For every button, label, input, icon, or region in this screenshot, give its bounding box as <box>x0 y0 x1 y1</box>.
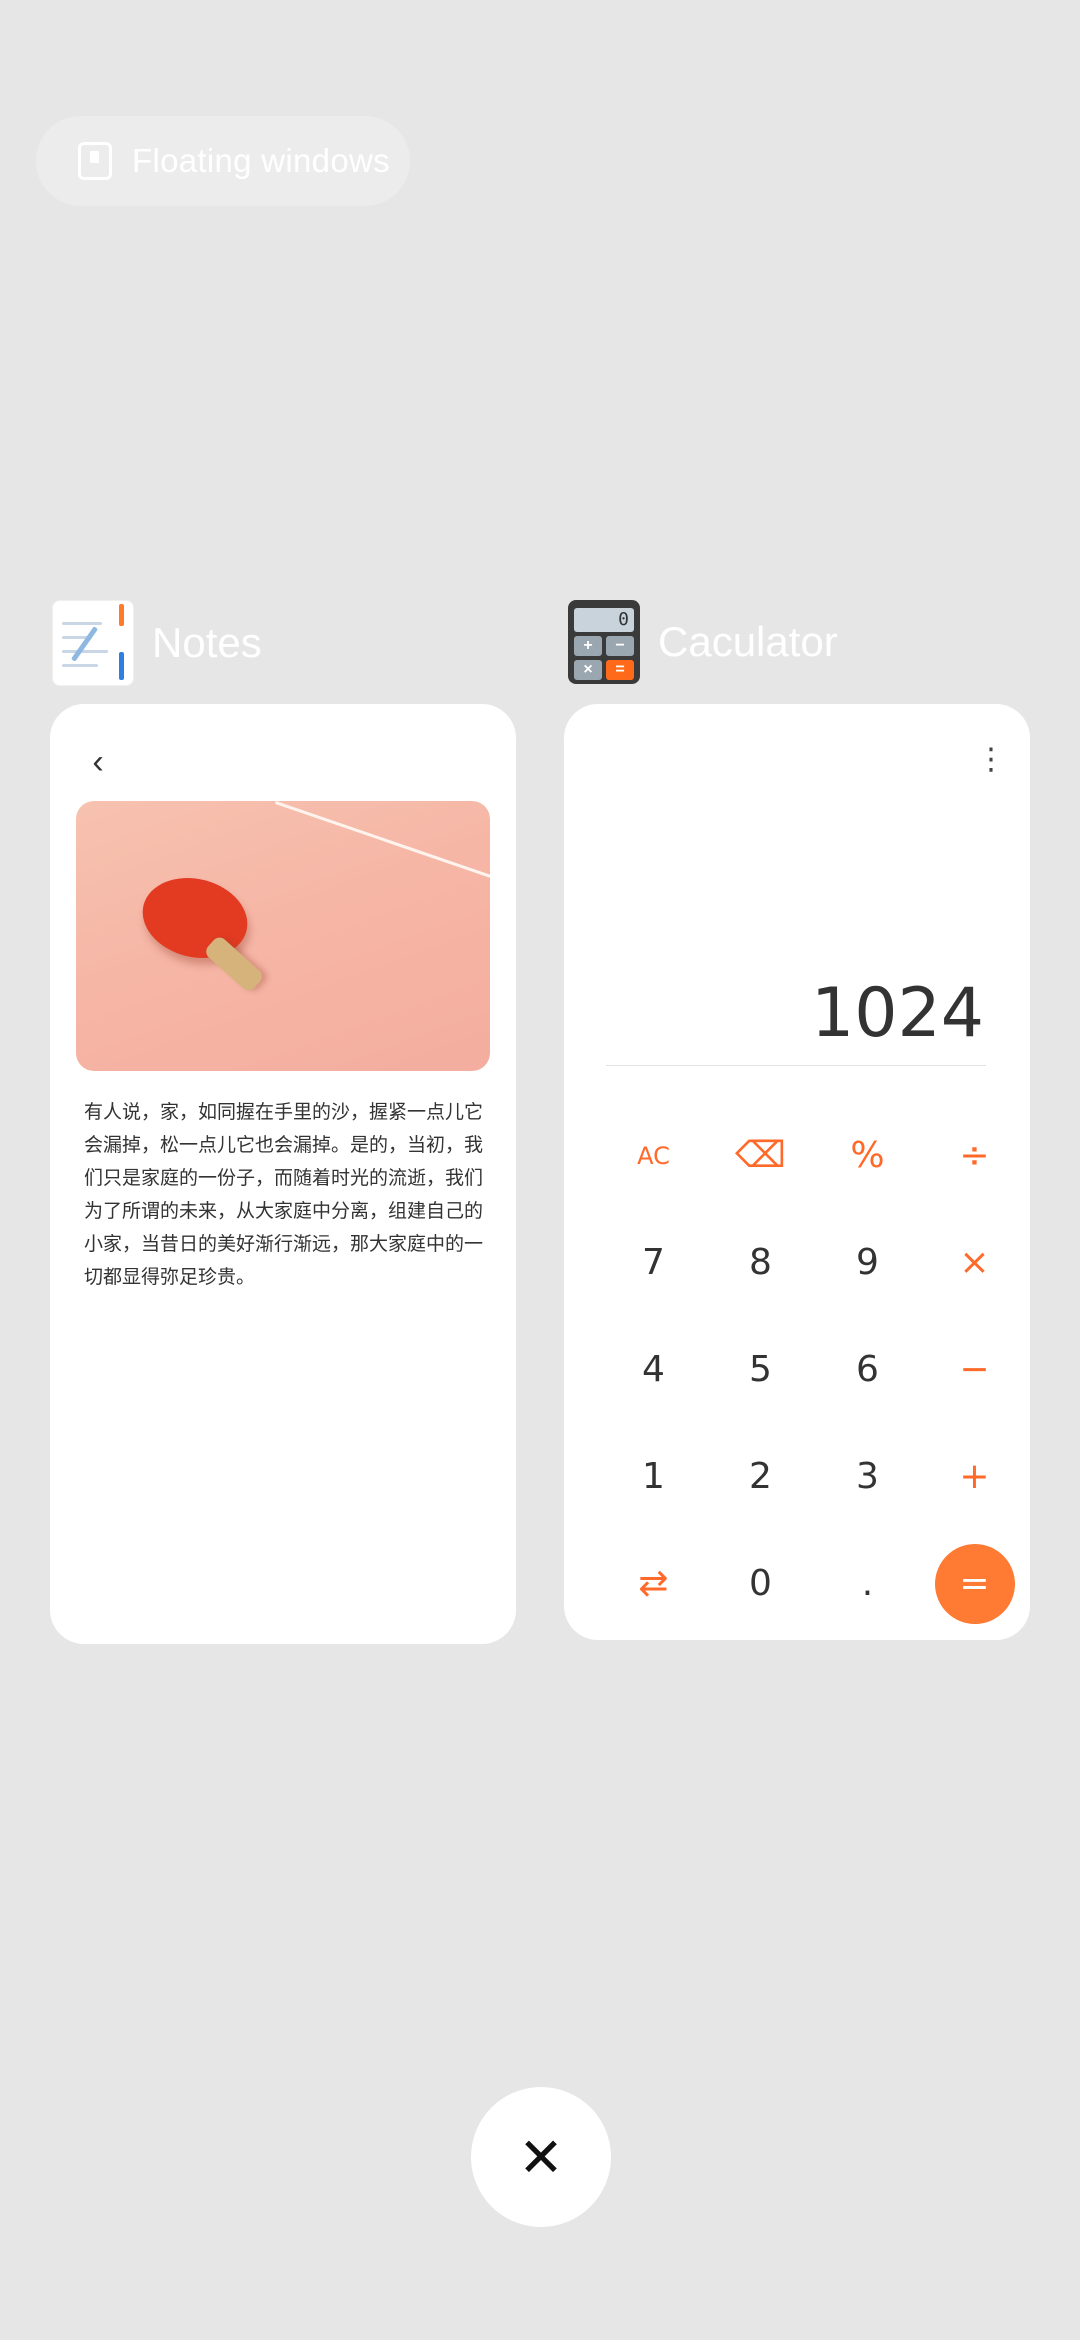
equals-icon: = <box>934 1543 1015 1624</box>
more-options-icon[interactable]: ⋮ <box>976 740 1006 780</box>
key-4[interactable]: 4 <box>600 1316 707 1423</box>
key-divide[interactable]: ÷ <box>921 1102 1028 1209</box>
floating-windows-button[interactable]: Floating windows <box>36 116 410 206</box>
floating-windows-label: Floating windows <box>132 142 390 179</box>
calculator-keypad: AC ⌫% ÷ 7 8 9 × 4 5 6− 1 2 3 + ⇄ 0. = <box>600 1102 1028 1637</box>
note-image-ping-pong-paddle <box>76 801 490 1071</box>
back-chevron-icon[interactable]: ‹ <box>78 742 118 782</box>
note-body-text: 有人说，家，如同握在手里的沙，握紧一点儿它会漏掉，松一点儿它也会漏掉。是的，当初… <box>84 1101 484 1288</box>
key-percent[interactable]: % <box>814 1102 921 1209</box>
calculator-icon-key: = <box>606 660 634 680</box>
key-8[interactable]: 8 <box>707 1209 814 1316</box>
key-switch-mode[interactable]: ⇄ <box>600 1530 707 1637</box>
floating-window-icon <box>78 142 112 180</box>
calculator-display: 1024 <box>810 974 984 1053</box>
key-1[interactable]: 1 <box>600 1423 707 1530</box>
key-5[interactable]: 5 <box>707 1316 814 1423</box>
key-clear[interactable]: AC <box>600 1102 707 1209</box>
calculator-icon-key: − <box>606 636 634 656</box>
calculator-window-card[interactable]: ⋮ 1024 AC ⌫% ÷ 7 8 9 × 4 5 6− 1 2 3 + ⇄ 0. = <box>564 704 1030 1640</box>
calculator-icon-key: + <box>574 636 602 656</box>
key-multiply[interactable]: × <box>921 1209 1028 1316</box>
key-9[interactable]: 9 <box>814 1209 921 1316</box>
notes-window-card[interactable]: ‹ 有人说，家，如同握在手里的沙，握紧一点儿它会漏掉，松一点儿它也会漏掉。是的，… <box>50 704 516 1644</box>
notes-app-name: Notes <box>152 619 262 666</box>
key-3[interactable]: 3 <box>814 1423 921 1530</box>
calculator-app-header[interactable]: 0 + − × = Caculator <box>568 600 838 684</box>
notes-app-header[interactable]: Notes <box>52 600 262 686</box>
calculator-app-icon: 0 + − × = <box>568 600 640 684</box>
calculator-icon-screen: 0 <box>574 608 634 632</box>
close-all-button[interactable]: ✕ <box>471 2087 611 2227</box>
key-6[interactable]: 6 <box>814 1316 921 1423</box>
key-decimal[interactable]: . <box>814 1530 921 1637</box>
close-icon: ✕ <box>518 2127 564 2188</box>
calculator-icon-key: × <box>574 660 602 680</box>
display-divider <box>606 1065 986 1066</box>
key-backspace[interactable]: ⌫ <box>707 1102 814 1209</box>
key-plus[interactable]: + <box>921 1423 1028 1530</box>
calculator-app-name: Caculator <box>658 618 838 665</box>
key-2[interactable]: 2 <box>707 1423 814 1530</box>
key-7[interactable]: 7 <box>600 1209 707 1316</box>
key-equals[interactable]: = <box>921 1530 1028 1637</box>
key-minus[interactable]: − <box>921 1316 1028 1423</box>
key-0[interactable]: 0 <box>707 1530 814 1637</box>
notes-app-icon <box>52 600 134 686</box>
